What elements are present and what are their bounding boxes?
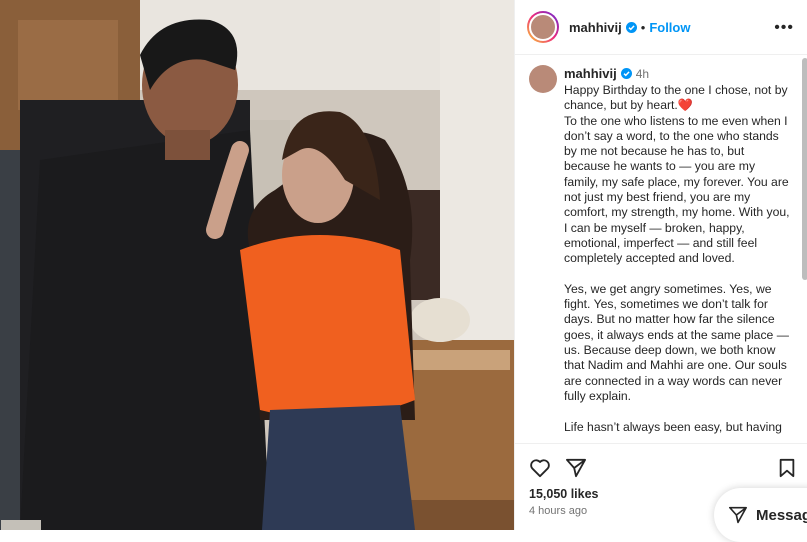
caption-scrollbar[interactable] [802,58,807,280]
follow-button[interactable]: Follow [649,20,690,35]
heart-icon[interactable] [529,458,551,478]
separator-dot: • [640,19,646,35]
post-photo-illustration [0,0,514,530]
verified-badge-icon [620,68,632,79]
caption-time: 4h [635,67,650,81]
bookmark-icon[interactable] [778,458,796,478]
caption-avatar[interactable] [529,65,557,93]
messages-button[interactable]: Messages [714,488,807,542]
likes-count[interactable]: 15,050 likes [529,487,599,501]
verified-badge-icon [625,21,637,33]
post-photo[interactable] [0,0,514,530]
post-side-panel: mahhivij • Follow ••• mahhivij 4h Happy B… [514,0,807,530]
send-icon[interactable] [565,458,587,478]
post-time[interactable]: 4 hours ago [529,505,587,517]
post-header: mahhivij • Follow ••• [515,0,807,55]
send-icon [728,506,747,524]
caption-username[interactable]: mahhivij 4h [564,66,649,81]
caption-area: mahhivij 4h Happy Birthday to the one I c… [515,55,807,443]
messages-label: Messages [756,506,807,524]
more-options-icon[interactable]: ••• [774,19,794,37]
author-avatar[interactable] [527,11,559,43]
author-username[interactable]: mahhivij [569,20,637,35]
caption-text: Happy Birthday to the one I chose, not b… [564,83,790,434]
